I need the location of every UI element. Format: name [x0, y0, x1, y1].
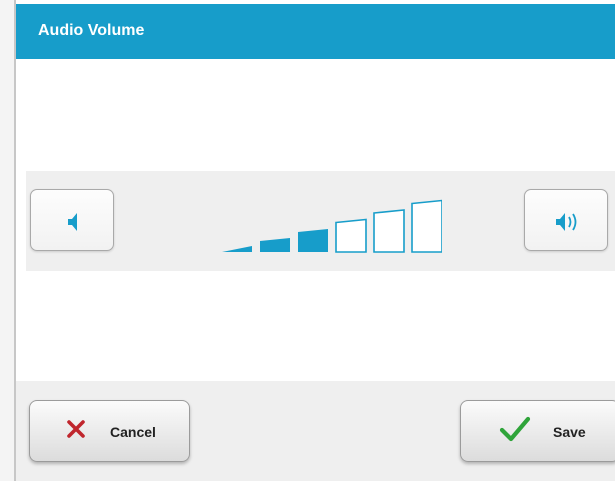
checkmark-icon: [499, 416, 531, 442]
save-button[interactable]: Save: [460, 400, 615, 462]
speaker-high-icon: [556, 213, 577, 231]
volume-bar-empty: [373, 209, 405, 253]
volume-down-button[interactable]: [30, 189, 114, 251]
volume-bar-filled: [298, 229, 328, 252]
volume-control-panel: [26, 171, 615, 271]
cancel-label: Cancel: [110, 424, 156, 440]
audio-volume-dialog: Audio Volume Cancel Save: [16, 0, 615, 481]
dialog-footer: Cancel Save: [16, 381, 615, 481]
dialog-title-bar: Audio Volume: [16, 4, 615, 59]
volume-level-indicator: [222, 199, 442, 253]
dialog-title: Audio Volume: [38, 22, 145, 39]
cancel-button[interactable]: Cancel: [29, 400, 190, 462]
volume-bar-filled: [222, 246, 252, 252]
volume-bar-empty: [411, 199, 442, 253]
save-label: Save: [553, 424, 586, 440]
volume-bar-filled: [260, 238, 290, 252]
x-icon: [67, 420, 85, 438]
volume-up-button[interactable]: [524, 189, 608, 251]
left-window-edge: [0, 0, 16, 481]
volume-bar-empty: [335, 218, 367, 253]
speaker-low-icon: [68, 213, 77, 231]
